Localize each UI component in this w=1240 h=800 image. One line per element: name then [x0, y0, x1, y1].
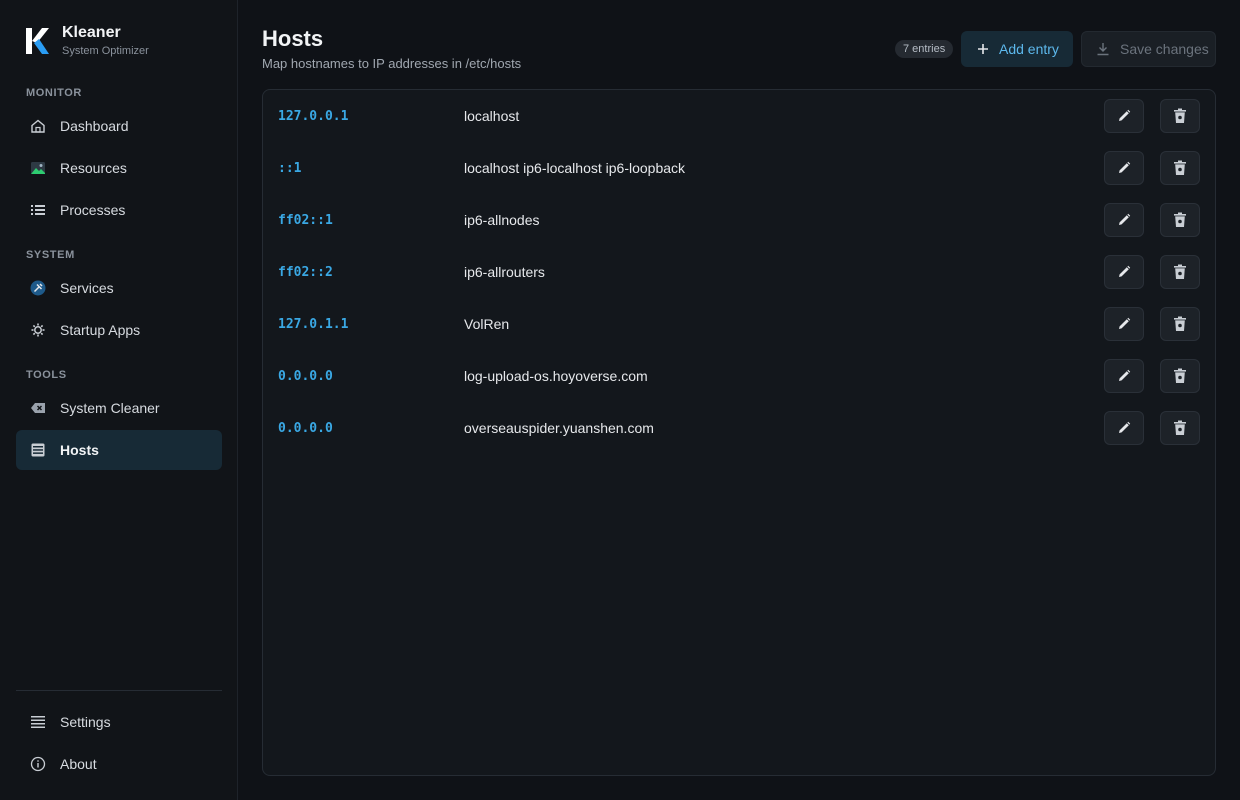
sidebar-item-system-cleaner[interactable]: System Cleaner	[16, 388, 222, 428]
delete-button[interactable]	[1160, 151, 1200, 185]
edit-button[interactable]	[1104, 359, 1144, 393]
sidebar-item-label: Settings	[60, 714, 111, 730]
sidebar-item-processes[interactable]: Processes	[16, 190, 222, 230]
pencil-icon	[1119, 421, 1131, 433]
trash-icon	[1174, 420, 1186, 435]
trash-icon	[1174, 264, 1186, 279]
kleaner-logo-icon	[26, 28, 49, 54]
table-row: 0.0.0.0 overseauspider.yuanshen.com	[263, 402, 1215, 454]
server-icon	[30, 442, 46, 458]
table-row: ::1 localhost ip6-localhost ip6-loopback	[263, 142, 1215, 194]
pencil-icon	[1119, 265, 1131, 277]
add-entry-label: Add entry	[999, 41, 1059, 57]
delete-button[interactable]	[1160, 203, 1200, 237]
edit-button[interactable]	[1104, 151, 1144, 185]
pencil-icon	[1119, 369, 1131, 381]
delete-button[interactable]	[1160, 255, 1200, 289]
trash-icon	[1174, 108, 1186, 123]
hostname: localhost ip6-localhost ip6-loopback	[464, 160, 686, 176]
page-subtitle: Map hostnames to IP addresses in /etc/ho…	[262, 56, 522, 71]
image-icon	[30, 160, 46, 176]
download-icon	[1096, 42, 1110, 56]
hostname: ip6-allnodes	[464, 212, 540, 228]
hostname: localhost	[464, 108, 520, 124]
sidebar-divider	[16, 690, 222, 691]
sidebar-item-about[interactable]: About	[16, 744, 222, 784]
table-row: 0.0.0.0 log-upload-os.hoyoverse.com	[263, 350, 1215, 402]
sidebar: Kleaner System Optimizer MONITOR Dashboa…	[0, 0, 238, 800]
hostname: log-upload-os.hoyoverse.com	[464, 368, 648, 384]
sidebar-item-label: Resources	[60, 160, 127, 176]
ip-address: 127.0.1.1	[278, 316, 349, 332]
table-row: ff02::1 ip6-allnodes	[263, 194, 1215, 246]
ip-address: ::1	[278, 160, 302, 176]
sidebar-item-label: Dashboard	[60, 118, 129, 134]
table-row: ff02::2 ip6-allrouters	[263, 246, 1215, 298]
section-label-system: SYSTEM	[26, 249, 75, 261]
edit-button[interactable]	[1104, 255, 1144, 289]
sidebar-item-label: System Cleaner	[60, 400, 160, 416]
sidebar-item-label: Services	[60, 280, 114, 296]
hostname: ip6-allrouters	[464, 264, 545, 280]
ip-address: ff02::1	[278, 212, 333, 228]
sidebar-item-label: Processes	[60, 202, 126, 218]
hosts-table: 127.0.0.1 localhost ::1 localhost ip6-lo…	[262, 89, 1216, 776]
add-entry-button[interactable]: Add entry	[961, 31, 1073, 67]
pencil-icon	[1119, 213, 1131, 225]
brand: Kleaner System Optimizer	[24, 24, 149, 58]
brand-name: Kleaner	[62, 24, 121, 41]
table-row: 127.0.1.1 VolRen	[263, 298, 1215, 350]
plus-icon	[977, 43, 989, 55]
brand-subtitle: System Optimizer	[62, 45, 149, 57]
trash-icon	[1174, 212, 1186, 227]
edit-button[interactable]	[1104, 203, 1144, 237]
tools-icon	[30, 280, 46, 296]
table-row: 127.0.0.1 localhost	[263, 90, 1215, 142]
trash-icon	[1174, 316, 1186, 331]
save-changes-button[interactable]: Save changes	[1081, 31, 1216, 67]
list-icon	[30, 202, 46, 218]
delete-button[interactable]	[1160, 359, 1200, 393]
page-title: Hosts	[262, 26, 324, 51]
pencil-icon	[1119, 109, 1131, 121]
sidebar-item-label: About	[60, 756, 97, 772]
hostname: overseauspider.yuanshen.com	[464, 420, 654, 436]
home-icon	[30, 118, 46, 134]
sidebar-item-hosts[interactable]: Hosts	[16, 430, 222, 470]
delete-button[interactable]	[1160, 307, 1200, 341]
edit-button[interactable]	[1104, 99, 1144, 133]
sidebar-item-label: Hosts	[60, 442, 99, 458]
trash-icon	[1174, 160, 1186, 175]
menu-icon	[30, 714, 46, 730]
edit-button[interactable]	[1104, 411, 1144, 445]
entries-count-badge: 7 entries	[895, 40, 954, 58]
sidebar-item-resources[interactable]: Resources	[16, 148, 222, 188]
pencil-icon	[1119, 161, 1131, 173]
ip-address: 127.0.0.1	[278, 108, 349, 124]
ip-address: 0.0.0.0	[278, 420, 333, 436]
ip-address: ff02::2	[278, 264, 333, 280]
backspace-icon	[30, 400, 46, 416]
info-icon	[30, 756, 46, 772]
gear-icon	[30, 322, 46, 338]
delete-button[interactable]	[1160, 99, 1200, 133]
sidebar-item-dashboard[interactable]: Dashboard	[16, 106, 222, 146]
sidebar-item-label: Startup Apps	[60, 322, 141, 338]
trash-icon	[1174, 368, 1186, 383]
delete-button[interactable]	[1160, 411, 1200, 445]
sidebar-item-services[interactable]: Services	[16, 268, 222, 308]
hostname: VolRen	[464, 316, 510, 332]
section-label-monitor: MONITOR	[26, 87, 82, 99]
edit-button[interactable]	[1104, 307, 1144, 341]
ip-address: 0.0.0.0	[278, 368, 333, 384]
sidebar-item-settings[interactable]: Settings	[16, 702, 222, 742]
section-label-tools: TOOLS	[26, 369, 67, 381]
sidebar-item-startup-apps[interactable]: Startup Apps	[16, 310, 222, 350]
save-changes-label: Save changes	[1120, 41, 1209, 57]
pencil-icon	[1119, 317, 1131, 329]
